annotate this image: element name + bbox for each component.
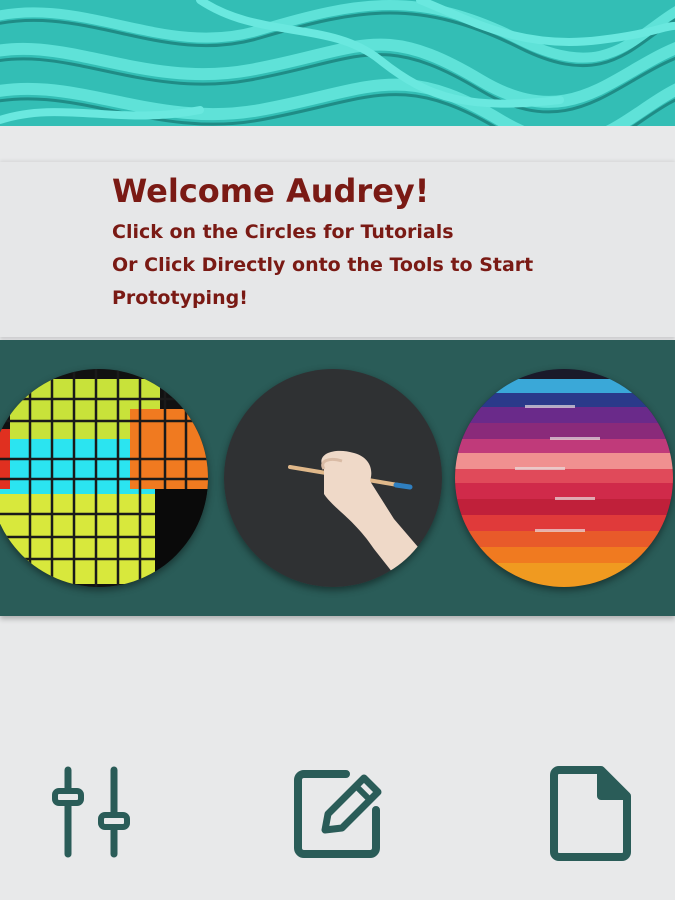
instruction-tools-continued: Prototyping! <box>112 287 248 309</box>
tutorial-circle-pencil[interactable] <box>224 369 442 587</box>
welcome-panel: Welcome Audrey! Click on the Circles for… <box>0 162 675 337</box>
instruction-circles: Click on the Circles for Tutorials <box>112 221 454 243</box>
glowing-grid-cubes-image <box>0 369 208 587</box>
edit-tool[interactable] <box>290 758 386 868</box>
tutorial-circle-folders[interactable] <box>455 369 673 587</box>
welcome-title: Welcome Audrey! <box>112 172 430 210</box>
sand-waves-image <box>0 0 675 126</box>
instruction-tools: Or Click Directly onto the Tools to Star… <box>112 254 534 276</box>
document-icon <box>550 766 631 861</box>
hero-banner <box>0 0 675 126</box>
edit-icon <box>294 770 382 858</box>
sliders-icon <box>52 766 130 858</box>
sliders-tool[interactable] <box>43 758 139 868</box>
tutorial-circle-grid-cubes[interactable] <box>0 369 208 587</box>
tutorial-strip <box>0 340 675 616</box>
colorful-folders-image <box>455 369 673 587</box>
new-document-tool[interactable] <box>543 758 639 868</box>
hand-with-pencil-image <box>224 369 442 587</box>
